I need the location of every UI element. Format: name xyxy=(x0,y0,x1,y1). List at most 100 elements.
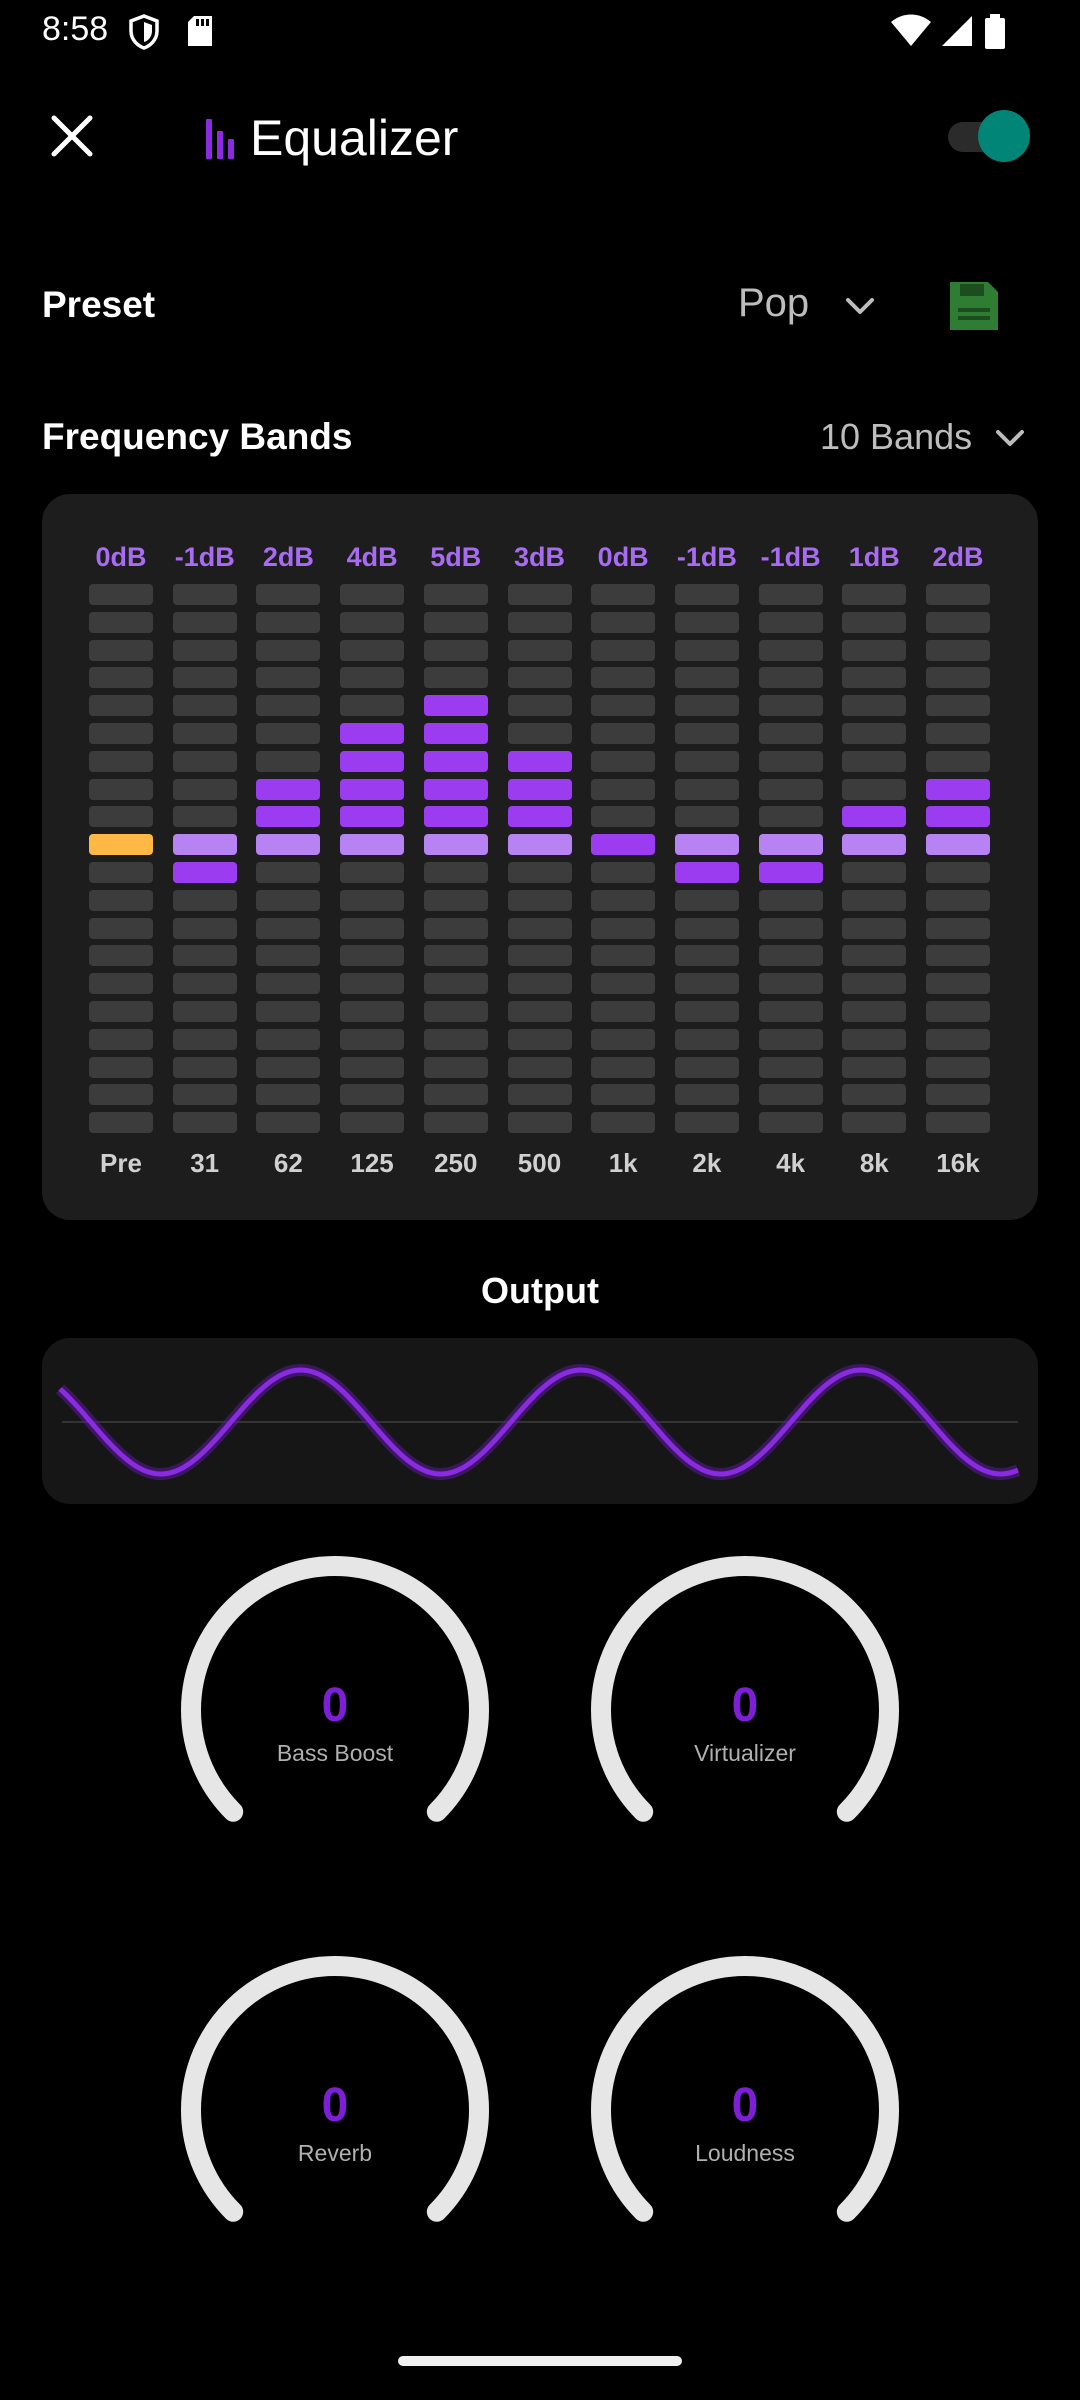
output-waveform xyxy=(55,1363,1021,1481)
knob-label: Bass Boost xyxy=(276,1740,394,1766)
band-segment xyxy=(674,806,739,828)
band-segment xyxy=(674,917,739,939)
band-segment xyxy=(423,806,488,828)
band-segment xyxy=(340,1084,405,1106)
band-segment xyxy=(172,1112,237,1134)
band-segment xyxy=(256,750,321,772)
band-segment xyxy=(674,1001,739,1022)
eq-band-pre[interactable]: 0dB Pre xyxy=(89,494,153,1220)
band-segment xyxy=(423,1112,488,1134)
band-segment xyxy=(340,667,405,689)
band-segment xyxy=(423,1084,488,1106)
band-segment xyxy=(758,750,823,772)
loudness-knob[interactable]: 0 Loudness xyxy=(585,1948,905,2248)
band-segment xyxy=(758,667,823,689)
sd-card-icon xyxy=(188,16,212,46)
band-segment xyxy=(842,1028,907,1050)
band-segment xyxy=(507,584,572,605)
eq-band-1k[interactable]: 0dB 1k xyxy=(591,494,656,1220)
band-segment xyxy=(340,834,405,856)
band-segment xyxy=(591,973,656,995)
band-segment xyxy=(340,806,405,828)
preset-dropdown[interactable]: Pop xyxy=(738,281,809,326)
band-segment xyxy=(340,639,405,661)
band-segment xyxy=(842,945,907,967)
bass-boost-knob[interactable]: 0 Bass Boost xyxy=(175,1548,495,1848)
band-segment xyxy=(340,1028,405,1050)
band-segment xyxy=(172,834,237,856)
band-segment xyxy=(507,945,572,967)
band-segment xyxy=(507,917,572,939)
band-segment xyxy=(89,750,153,772)
band-segment xyxy=(256,611,321,633)
band-segment xyxy=(591,778,656,800)
eq-band-125[interactable]: 4dB 125 xyxy=(340,494,405,1220)
eq-band-2k[interactable]: -1dB 2k xyxy=(674,494,739,1220)
output-waveform-panel xyxy=(42,1338,1038,1504)
band-segment xyxy=(926,973,990,995)
equalizer-enable-toggle[interactable] xyxy=(944,110,1030,162)
band-segment xyxy=(758,1084,823,1106)
band-segment xyxy=(256,1084,321,1106)
band-segment xyxy=(842,584,907,605)
eq-band-62[interactable]: 2dB 62 xyxy=(256,494,321,1220)
band-segment xyxy=(591,834,656,856)
virtualizer-knob[interactable]: 0 Virtualizer xyxy=(585,1548,905,1848)
band-segment xyxy=(591,584,656,605)
band-segment xyxy=(926,1028,990,1050)
chevron-down-icon[interactable] xyxy=(838,288,882,324)
band-segment xyxy=(340,778,405,800)
band-segment xyxy=(926,1084,990,1106)
knob-label: Loudness xyxy=(695,2140,795,2166)
close-icon[interactable] xyxy=(40,104,104,168)
eq-band-31[interactable]: -1dB 31 xyxy=(172,494,237,1220)
band-segment xyxy=(591,917,656,939)
home-indicator[interactable] xyxy=(398,2356,682,2366)
band-segment xyxy=(89,584,153,605)
band-segment xyxy=(340,973,405,995)
chevron-down-icon[interactable] xyxy=(990,420,1030,456)
band-segment xyxy=(674,1112,739,1134)
band-segment xyxy=(591,667,656,689)
band-segment xyxy=(89,973,153,995)
band-segment xyxy=(842,834,907,856)
band-segment xyxy=(172,611,237,633)
eq-band-500[interactable]: 3dB 500 xyxy=(507,494,572,1220)
band-segment xyxy=(89,862,153,883)
bands-count-dropdown[interactable]: 10 Bands xyxy=(820,416,972,458)
eq-band-8k[interactable]: 1dB 8k xyxy=(842,494,907,1220)
band-segment xyxy=(842,1056,907,1078)
band-segment xyxy=(758,584,823,605)
band-segment xyxy=(591,889,656,911)
band-segment xyxy=(423,584,488,605)
band-segment xyxy=(89,611,153,633)
toggle-knob xyxy=(978,110,1030,162)
eq-band-4k[interactable]: -1dB 4k xyxy=(758,494,823,1220)
band-segment xyxy=(340,1001,405,1022)
band-segment xyxy=(340,695,405,717)
knob-value: 0 xyxy=(321,1679,349,1732)
band-segment xyxy=(256,695,321,717)
knob-value: 0 xyxy=(321,2079,349,2132)
band-segment xyxy=(172,917,237,939)
band-segment xyxy=(423,862,488,883)
band-segment xyxy=(926,750,990,772)
band-segment xyxy=(926,667,990,689)
band-segment xyxy=(423,1028,488,1050)
band-segment xyxy=(172,723,237,744)
band-segment xyxy=(591,1028,656,1050)
band-segment xyxy=(758,806,823,828)
frequency-bands-label: Frequency Bands xyxy=(42,416,353,457)
band-segment xyxy=(89,945,153,967)
band-segment xyxy=(926,862,990,883)
reverb-knob[interactable]: 0 Reverb xyxy=(175,1948,495,2248)
band-segment xyxy=(89,1001,153,1022)
band-segment xyxy=(423,834,488,856)
equalizer-bars-icon xyxy=(206,119,234,159)
band-segment xyxy=(591,1084,656,1106)
band-segment xyxy=(89,695,153,717)
eq-band-250[interactable]: 5dB 250 xyxy=(423,494,488,1220)
band-segment xyxy=(674,611,739,633)
save-icon[interactable] xyxy=(946,278,1002,334)
eq-band-16k[interactable]: 2dB 16k xyxy=(926,494,990,1220)
